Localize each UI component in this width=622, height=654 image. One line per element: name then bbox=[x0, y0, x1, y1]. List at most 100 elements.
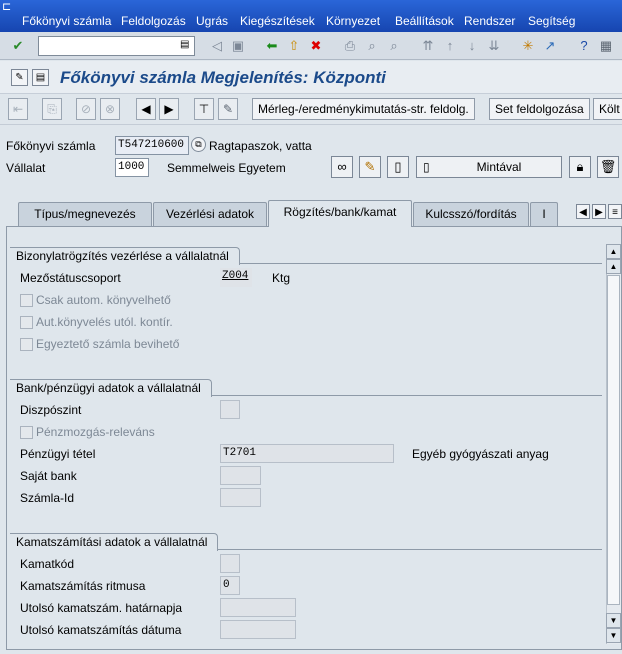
enter-icon[interactable]: ✔ bbox=[9, 37, 27, 55]
menu-item-goto[interactable]: Ugrás bbox=[196, 14, 228, 28]
cash-relevant-checkbox[interactable] bbox=[20, 426, 33, 439]
supplement-auto-post-label: Aut.könyvelés utól. kontír. bbox=[36, 315, 173, 329]
scrollbar-thumb[interactable] bbox=[607, 275, 620, 605]
command-field[interactable] bbox=[38, 36, 195, 56]
field-status-label: Mezőstátuscsoport bbox=[20, 271, 121, 285]
menu-item-account[interactable]: Főkönyvi számla bbox=[22, 14, 111, 28]
shortcut-icon[interactable]: ↗ bbox=[541, 37, 559, 55]
create-document-icon[interactable]: ▯ bbox=[387, 156, 409, 178]
tab-list-icon[interactable]: ≡ bbox=[608, 204, 622, 219]
scroll-down-icon[interactable]: ▼ bbox=[606, 613, 621, 628]
previous-icon[interactable]: ◀ bbox=[136, 98, 156, 120]
last-run-date-field[interactable] bbox=[220, 620, 296, 639]
group-title: Bizonylatrögzítés vezérlése a vállalatná… bbox=[10, 247, 240, 265]
edit-pencil-icon[interactable]: ✎ bbox=[359, 156, 381, 178]
menu-item-settings[interactable]: Beállítások bbox=[395, 14, 454, 28]
tab-control-data[interactable]: Vezérlési adatok bbox=[153, 202, 267, 226]
cost-button[interactable]: Költ bbox=[593, 98, 622, 120]
tab-entry-bank-interest[interactable]: Rögzítés/bank/kamat bbox=[268, 200, 412, 227]
financial-item-field[interactable]: T2701 bbox=[220, 444, 394, 463]
planning-level-label: Diszpószint bbox=[20, 403, 82, 417]
next-page-icon[interactable]: ↓ bbox=[463, 37, 481, 55]
tab-scroll-right-icon[interactable]: ▶ bbox=[592, 204, 606, 219]
auto-post-only-label: Csak autom. könyvelhető bbox=[36, 293, 171, 307]
other-object-icon[interactable]: ▤ bbox=[32, 69, 49, 86]
system-menu-icon[interactable]: ⊏ bbox=[2, 1, 18, 13]
menu-item-extras[interactable]: Kiegészítések bbox=[240, 14, 315, 28]
find-next-icon[interactable]: ⌕ bbox=[385, 37, 403, 55]
account-details-icon[interactable]: ⧉ bbox=[191, 137, 206, 152]
company-description: Semmelweis Egyetem bbox=[167, 161, 286, 175]
layout-menu-icon[interactable]: ▦ bbox=[597, 37, 615, 55]
set-processing-button[interactable]: Set feldolgozása bbox=[489, 98, 590, 120]
delete-trash-icon[interactable]: 🗑︎ bbox=[597, 156, 619, 178]
display-glasses-icon[interactable]: ∞ bbox=[331, 156, 353, 178]
company-field[interactable]: 1000 bbox=[115, 158, 149, 177]
scroll-bottom-icon[interactable]: ▼ bbox=[606, 628, 621, 643]
account-field[interactable]: T547210600 bbox=[115, 136, 189, 155]
lock-icon[interactable]: 🔒︎ bbox=[569, 156, 591, 178]
house-bank-field[interactable] bbox=[220, 466, 261, 485]
block-icon[interactable]: ⊘ bbox=[76, 98, 96, 120]
next-icon[interactable]: ▶ bbox=[159, 98, 179, 120]
tab-keyword-translation[interactable]: Kulcsszó/fordítás bbox=[413, 202, 529, 226]
previous-record-icon[interactable]: ⇤ bbox=[8, 98, 28, 120]
cancel-icon[interactable]: ✖ bbox=[307, 37, 325, 55]
interest-key-field[interactable] bbox=[220, 554, 240, 573]
house-bank-label: Saját bank bbox=[20, 469, 77, 483]
save-icon[interactable]: ▣ bbox=[229, 37, 247, 55]
recon-account-input-label: Egyeztető számla bevihető bbox=[36, 337, 180, 351]
last-key-date-field[interactable] bbox=[220, 598, 296, 617]
print-icon[interactable]: ⎙ bbox=[341, 37, 359, 55]
first-page-icon[interactable]: ⇈ bbox=[419, 37, 437, 55]
find-icon[interactable]: ⌕ bbox=[363, 37, 381, 55]
template-button-label: Mintával bbox=[476, 160, 522, 174]
display-change-icon[interactable]: ✎ bbox=[11, 69, 28, 86]
tab-scroll-left-icon[interactable]: ◀ bbox=[576, 204, 590, 219]
group-title: Bank/pénzügyi adatok a vállalatnál bbox=[10, 379, 212, 397]
menu-item-processing[interactable]: Feldolgozás bbox=[121, 14, 186, 28]
interest-cycle-field[interactable]: 0 bbox=[220, 576, 240, 595]
last-key-date-label: Utolsó kamatszám. határnapja bbox=[20, 601, 183, 615]
interest-cycle-label: Kamatszámítás ritmusa bbox=[20, 579, 146, 593]
command-history-icon[interactable]: ▤ bbox=[180, 39, 189, 50]
edit-info-icon[interactable]: ✎ bbox=[218, 98, 238, 120]
account-label: Főkönyvi számla bbox=[6, 139, 96, 153]
new-session-icon[interactable]: ✳ bbox=[519, 37, 537, 55]
interest-key-label: Kamatkód bbox=[20, 557, 75, 571]
menu-bar: ⊏ Főkönyvi számla Feldolgozás Ugrás Kieg… bbox=[0, 0, 622, 32]
collapse-left-icon[interactable]: ◁ bbox=[208, 37, 226, 55]
planning-level-field[interactable] bbox=[220, 400, 240, 419]
auto-post-only-checkbox[interactable] bbox=[20, 294, 33, 307]
menu-item-help[interactable]: Segítség bbox=[528, 14, 575, 28]
field-status-field[interactable]: Z004 bbox=[220, 268, 252, 287]
menu-item-environment[interactable]: Környezet bbox=[326, 14, 380, 28]
company-label: Vállalat bbox=[6, 161, 46, 175]
copy-icon[interactable]: ⎘ bbox=[42, 98, 62, 120]
field-status-description: Ktg bbox=[272, 271, 291, 285]
hierarchy-icon[interactable]: ⊤ bbox=[194, 98, 214, 120]
financial-item-description: Egyéb gyógyászati anyag bbox=[412, 447, 549, 461]
help-icon[interactable]: ? bbox=[575, 37, 593, 55]
account-description: Ragtapaszok, vatta bbox=[209, 139, 312, 153]
tab-type-description[interactable]: Típus/megnevezés bbox=[18, 202, 152, 226]
group-title: Kamatszámítási adatok a vállalatnál bbox=[10, 533, 219, 551]
recon-account-input-checkbox[interactable] bbox=[20, 338, 33, 351]
last-page-icon[interactable]: ⇊ bbox=[485, 37, 503, 55]
scroll-top-icon[interactable]: ▲ bbox=[606, 244, 621, 259]
template-button[interactable]: ▯ Mintával bbox=[416, 156, 562, 178]
menu-item-system[interactable]: Rendszer bbox=[464, 14, 515, 28]
tab-more[interactable]: I bbox=[530, 202, 558, 226]
balance-structure-button[interactable]: Mérleg-/eredménykimutatás-str. feldolg. bbox=[252, 98, 475, 120]
page-title: Főkönyvi számla Megjelenítés: Központi bbox=[60, 68, 386, 87]
previous-page-icon[interactable]: ↑ bbox=[441, 37, 459, 55]
back-icon[interactable]: ⬅ bbox=[263, 37, 281, 55]
last-run-date-label: Utolsó kamatszámítás dátuma bbox=[20, 623, 182, 637]
delete-block-icon[interactable]: ⊗ bbox=[100, 98, 120, 120]
financial-item-label: Pénzügyi tétel bbox=[20, 447, 96, 461]
scroll-up-icon[interactable]: ▲ bbox=[606, 259, 621, 274]
account-id-label: Számla-Id bbox=[20, 491, 75, 505]
supplement-auto-post-checkbox[interactable] bbox=[20, 316, 33, 329]
exit-icon[interactable]: ⇧ bbox=[285, 37, 303, 55]
account-id-field[interactable] bbox=[220, 488, 261, 507]
